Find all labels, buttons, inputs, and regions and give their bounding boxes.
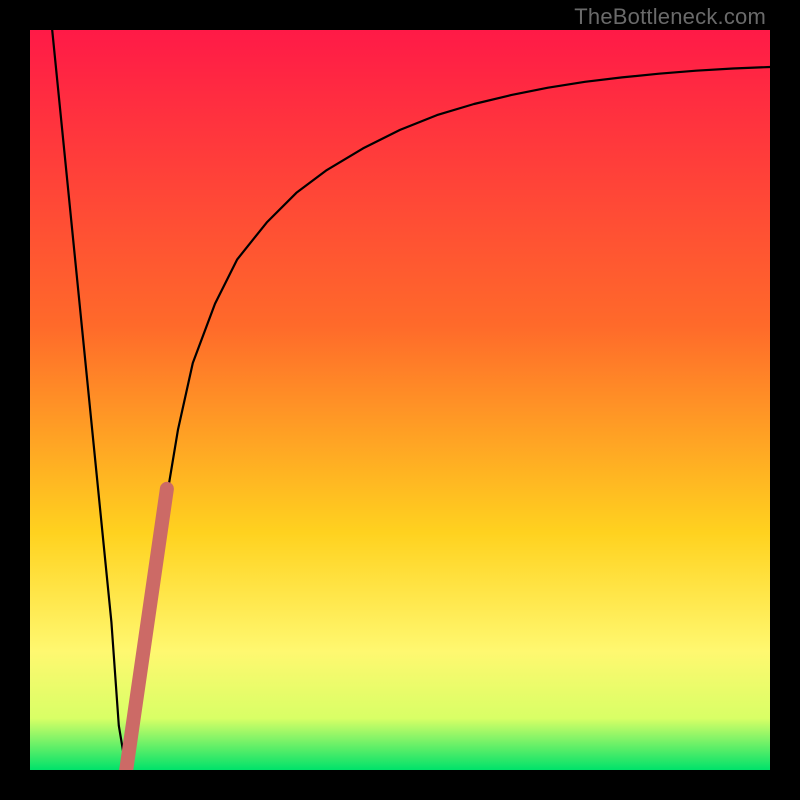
plot-area <box>30 30 770 770</box>
watermark: TheBottleneck.com <box>574 4 766 30</box>
frame: TheBottleneck.com <box>0 0 800 800</box>
chart-svg <box>30 30 770 770</box>
